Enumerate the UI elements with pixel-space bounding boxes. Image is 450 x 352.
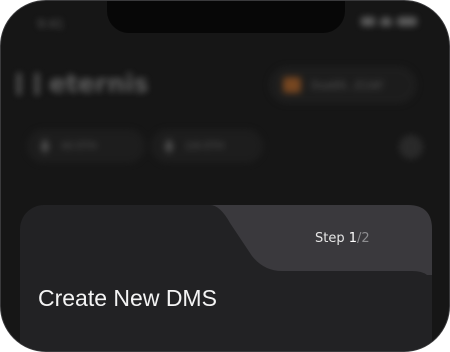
status-time: 9:41 xyxy=(37,17,64,31)
step-tab-shape xyxy=(210,205,432,275)
balance-pill-eth-secondary[interactable]: 2/6 ETH xyxy=(151,129,263,163)
balance-label: 40 ETH xyxy=(61,140,97,152)
brand-name: eternis xyxy=(49,69,149,98)
ethereum-icon xyxy=(165,138,173,154)
status-icons xyxy=(361,17,417,26)
sheet-title: Create New DMS xyxy=(38,285,217,311)
battery-icon xyxy=(397,17,417,26)
metamask-fox-icon xyxy=(283,77,301,93)
create-dms-sheet: Step 1/2 Create New DMS xyxy=(20,205,432,351)
step-prefix: Step xyxy=(315,231,349,246)
phone-frame: 9:41 eternis 0xa69...E1AF 40 ETH 2/6 ETH xyxy=(0,0,450,352)
step-total: 2 xyxy=(361,231,370,246)
device-notch xyxy=(107,1,345,33)
brand-logo: eternis xyxy=(17,69,148,98)
logo-icon xyxy=(17,72,39,95)
wifi-icon xyxy=(380,17,392,26)
step-current: 1 xyxy=(348,231,358,246)
ethereum-icon xyxy=(41,138,49,154)
balance-label: 2/6 ETH xyxy=(185,140,225,152)
wallet-address: 0xa69...E1AF xyxy=(311,78,384,92)
wallet-button[interactable]: 0xa69...E1AF xyxy=(269,66,417,104)
step-indicator: Step 1/2 xyxy=(315,231,370,246)
settings-icon[interactable] xyxy=(399,135,423,159)
signal-icon xyxy=(361,17,375,26)
balance-pill-eth[interactable]: 40 ETH xyxy=(27,129,145,163)
